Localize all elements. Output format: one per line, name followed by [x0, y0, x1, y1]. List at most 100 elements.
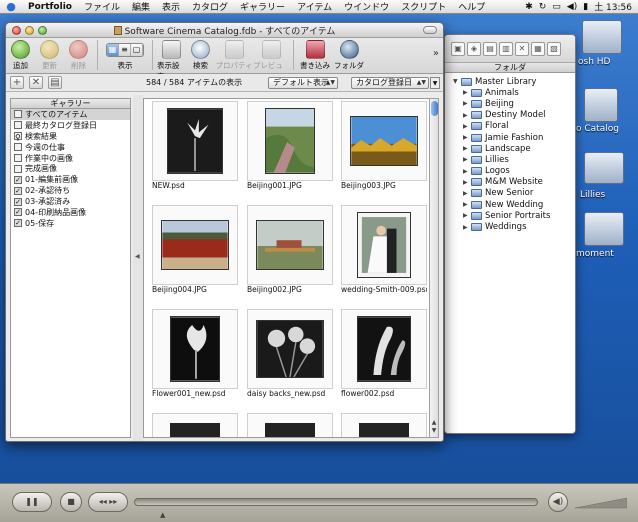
thumbnail-card[interactable] [341, 205, 427, 285]
gallery-item[interactable]: ✓ 01-編集前画像 [11, 174, 130, 185]
thumbnail-item[interactable] [152, 413, 238, 437]
remove-gallery-button[interactable]: ✕ [29, 76, 43, 89]
thumbnail-card[interactable] [152, 413, 238, 437]
menu-app[interactable]: Portfolio [22, 2, 78, 12]
toolbar-overflow-icon[interactable]: » [433, 48, 439, 59]
disclosure-right-icon[interactable]: ▶ [463, 201, 471, 208]
minimize-button[interactable] [25, 25, 34, 35]
thumbnail-card[interactable] [247, 413, 333, 437]
thumbnail-card[interactable] [341, 309, 427, 389]
folder-tool-icon[interactable]: ▣ [451, 41, 465, 56]
menu-help[interactable]: ヘルプ [452, 0, 491, 13]
folder-tool-icon[interactable]: ▦ [531, 41, 545, 56]
vertical-scrollbar[interactable]: ▲ ▼ [429, 98, 439, 438]
tree-folder[interactable]: ▶ Floral [453, 121, 575, 132]
menu-script[interactable]: スクリプト [395, 0, 452, 13]
tree-folder[interactable]: ▶ Animals [453, 87, 575, 98]
tree-folder[interactable]: ▶ Senior Portraits [453, 210, 575, 221]
sync-icon[interactable]: ↻ [539, 2, 547, 12]
tree-folder[interactable]: ▶ New Wedding [453, 199, 575, 210]
disclosure-right-icon[interactable]: ▶ [463, 112, 471, 119]
scroll-arrows-icon[interactable]: ▲ ▼ [430, 419, 438, 435]
volume-icon[interactable]: ◀) [567, 2, 577, 12]
disclosure-right-icon[interactable]: ▶ [463, 89, 471, 96]
gallery-item[interactable]: 完成画像 [11, 163, 130, 174]
disclosure-right-icon[interactable]: ▶ [463, 224, 471, 231]
disclosure-right-icon[interactable]: ▶ [463, 100, 471, 107]
menu-file[interactable]: ファイル [78, 0, 126, 13]
thumbnail-item[interactable]: daisy backs_new.psd [247, 309, 333, 399]
tree-folder[interactable]: ▶ Weddings [453, 221, 575, 232]
folder-tool-icon[interactable]: ▤ [483, 41, 497, 56]
thumbnail-card[interactable] [152, 205, 238, 285]
disclosure-right-icon[interactable]: ▶ [463, 179, 471, 186]
write-button[interactable]: 書き込み [298, 40, 332, 71]
properties-button[interactable]: プロパティ [215, 40, 253, 71]
tree-folder[interactable]: ▶ Destiny Model [453, 110, 575, 121]
thumbnail-item[interactable]: NEW.psd [152, 101, 238, 191]
gallery-info-button[interactable]: ▤ [48, 76, 62, 89]
gallery-item[interactable]: ✓ 04-印刷納品画像 [11, 207, 130, 218]
title-bar[interactable]: Software Cinema Catalog.fdb - すべてのアイテム [6, 23, 443, 38]
disclosure-right-icon[interactable]: ▶ [463, 123, 471, 130]
apple-menu-icon[interactable]: ● [0, 0, 22, 13]
volume-button[interactable]: ◀) [548, 492, 568, 512]
zoom-button[interactable] [38, 25, 47, 35]
stop-button[interactable]: ■ [60, 492, 82, 512]
gallery-item[interactable]: 最終カタログ登録日 [11, 120, 130, 131]
disclosure-right-icon[interactable]: ▶ [463, 145, 471, 152]
add-button[interactable]: 追加 [6, 40, 35, 71]
tree-folder[interactable]: ▶ Landscape [453, 143, 575, 154]
display-mode-select[interactable]: デフォルト表示 ▲▼ [268, 76, 338, 89]
scroll-thumb[interactable] [431, 101, 438, 116]
thumbnail-card[interactable] [152, 101, 238, 181]
menu-catalog[interactable]: カタログ [186, 0, 234, 13]
menu-item[interactable]: アイテム [291, 0, 338, 13]
thumbnail-item[interactable]: Flower001_new.psd [152, 309, 238, 399]
folder-tool-icon[interactable]: ▥ [499, 41, 513, 56]
menu-clock[interactable]: 土 13:56 [594, 0, 632, 13]
step-buttons[interactable]: ◂◂ ▸▸ [88, 492, 128, 512]
thumbnail-item[interactable]: Beijing001.JPG [247, 101, 333, 191]
battery-icon[interactable]: ▮ [583, 2, 588, 12]
thumbnail-item[interactable]: wedding-Smith-009.psd [341, 205, 427, 295]
thumbnail-item[interactable] [341, 413, 427, 437]
hd-desktop-icon[interactable] [582, 20, 622, 54]
folder-desktop-icon[interactable] [584, 152, 624, 184]
sort-direction-icon[interactable]: ▼ [430, 76, 440, 89]
bluetooth-icon[interactable]: ✱ [525, 2, 533, 12]
thumbnail-item[interactable]: Beijing004.JPG [152, 205, 238, 295]
search-button[interactable]: 検索 [186, 40, 215, 71]
playhead-marker-icon[interactable]: ▲ [160, 511, 165, 519]
thumbnail-card[interactable] [341, 101, 427, 181]
folder-button[interactable]: フォルダ [332, 40, 366, 71]
thumbnail-item[interactable]: Beijing003.JPG [341, 101, 427, 191]
folder-tool-icon[interactable]: ◈ [467, 41, 481, 56]
gallery-item[interactable]: ✓ 03-承認済み [11, 196, 130, 207]
thumbnail-item[interactable]: flower002.psd [341, 309, 427, 399]
gallery-item[interactable]: ✓ 05-保存 [11, 218, 130, 229]
volume-slider[interactable] [575, 494, 627, 510]
tree-folder[interactable]: ▶ Lillies [453, 154, 575, 165]
thumbnail-item[interactable] [247, 413, 333, 437]
tree-folder[interactable]: ▶ New Senior [453, 188, 575, 199]
disclosure-down-icon[interactable]: ▼ [453, 78, 461, 85]
delete-button[interactable]: 削除 [64, 40, 93, 71]
panel-splitter[interactable]: ◀ [133, 95, 143, 441]
update-button[interactable]: 更新 [35, 40, 64, 71]
pause-button[interactable]: ❚❚ [12, 492, 52, 512]
close-button[interactable] [12, 25, 21, 35]
disclosure-right-icon[interactable]: ▶ [463, 190, 471, 197]
display-icon[interactable]: ▭ [552, 2, 561, 12]
gallery-item[interactable]: ⚲ 検索結果 [11, 131, 130, 142]
gallery-item[interactable]: ✓ 02-承認待ち [11, 185, 130, 196]
menu-edit[interactable]: 編集 [126, 0, 156, 13]
menu-view[interactable]: 表示 [156, 0, 186, 13]
disclosure-right-icon[interactable]: ▶ [463, 134, 471, 141]
thumbnail-view-icon[interactable]: ▦ [107, 44, 119, 56]
tree-root[interactable]: ▼ Master Library [453, 76, 575, 87]
thumbnail-card[interactable] [247, 205, 333, 285]
gallery-item[interactable]: 作業中の画像 [11, 153, 130, 164]
gallery-item[interactable]: 今週の仕事 [11, 142, 130, 153]
folder-close-icon[interactable]: ✕ [515, 41, 529, 56]
